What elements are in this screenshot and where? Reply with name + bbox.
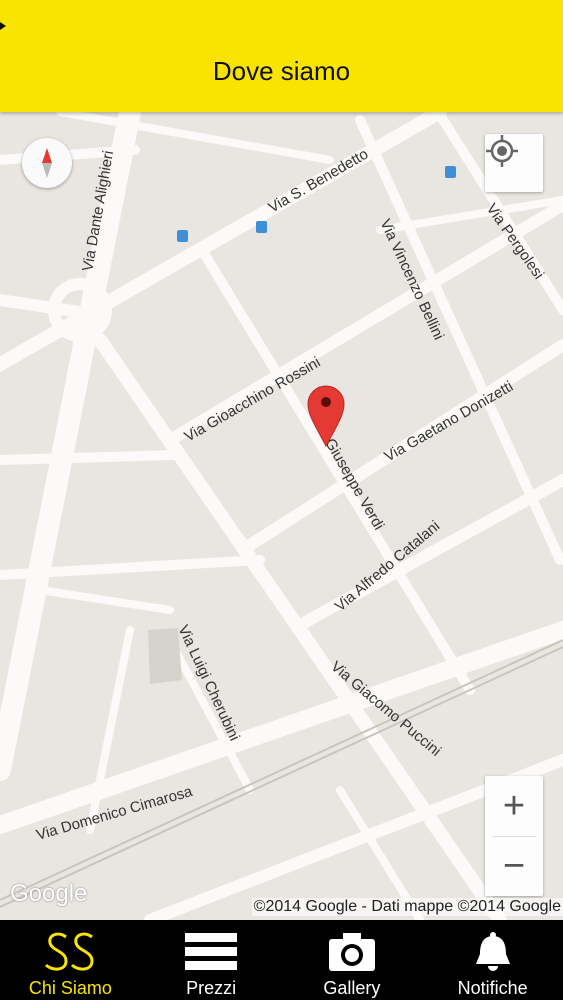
bus-stop-icon — [445, 166, 456, 178]
road-cherubini — [36, 586, 174, 614]
tab-notifiche[interactable]: Notifiche — [422, 920, 563, 1000]
tab-prezzi[interactable]: Prezzi — [141, 920, 282, 1000]
road-network — [0, 112, 563, 920]
tab-gallery[interactable]: Gallery — [282, 920, 423, 1000]
camera-icon — [282, 926, 423, 978]
tab-label: Gallery — [323, 978, 381, 998]
road-west-2 — [0, 450, 180, 465]
bottom-nav: Chi Siamo Prezzi Gallery Notifiche — [0, 920, 563, 1000]
road-dante — [0, 112, 141, 781]
bell-icon — [422, 926, 563, 978]
street-label-catalani: Via Alfredo Catalani — [332, 518, 444, 616]
compass-button[interactable] — [22, 138, 72, 188]
zoom-controls: + − — [485, 776, 543, 896]
my-location-button[interactable] — [485, 134, 543, 192]
logo-ss-icon — [0, 926, 141, 978]
crosshair-icon — [486, 135, 518, 167]
tab-label: Notifiche — [457, 978, 528, 998]
zoom-in-button[interactable]: + — [485, 777, 543, 836]
menu-caret-icon[interactable] — [0, 22, 6, 30]
bus-stop-icon — [256, 221, 267, 233]
menu-lines-icon — [141, 926, 282, 978]
tab-label: Chi Siamo — [28, 978, 112, 998]
compass-icon — [42, 148, 52, 178]
map-canvas[interactable]: Via Dante Alighieri Via S. Benedetto Via… — [0, 112, 563, 920]
road-west-1 — [0, 294, 86, 318]
page-title: Dove siamo — [212, 56, 351, 86]
map-view[interactable]: Via Dante Alighieri Via S. Benedetto Via… — [0, 112, 563, 920]
map-attribution: ©2014 Google - Dati mappe ©2014 Google — [251, 898, 563, 916]
street-label-cherubini: Via Luigi Cherubini — [174, 623, 243, 744]
google-logo: Google — [10, 880, 88, 907]
tab-chi-siamo[interactable]: Chi Siamo — [0, 920, 141, 1000]
road-south-1 — [86, 626, 134, 834]
street-label-rossini: Via Gioacchino Rossini — [182, 354, 324, 446]
tab-label: Prezzi — [186, 978, 237, 998]
app-header: Dove siamo — [0, 0, 563, 112]
bus-stop-icon — [177, 230, 188, 242]
building — [148, 628, 182, 684]
zoom-out-button[interactable]: − — [485, 837, 543, 896]
